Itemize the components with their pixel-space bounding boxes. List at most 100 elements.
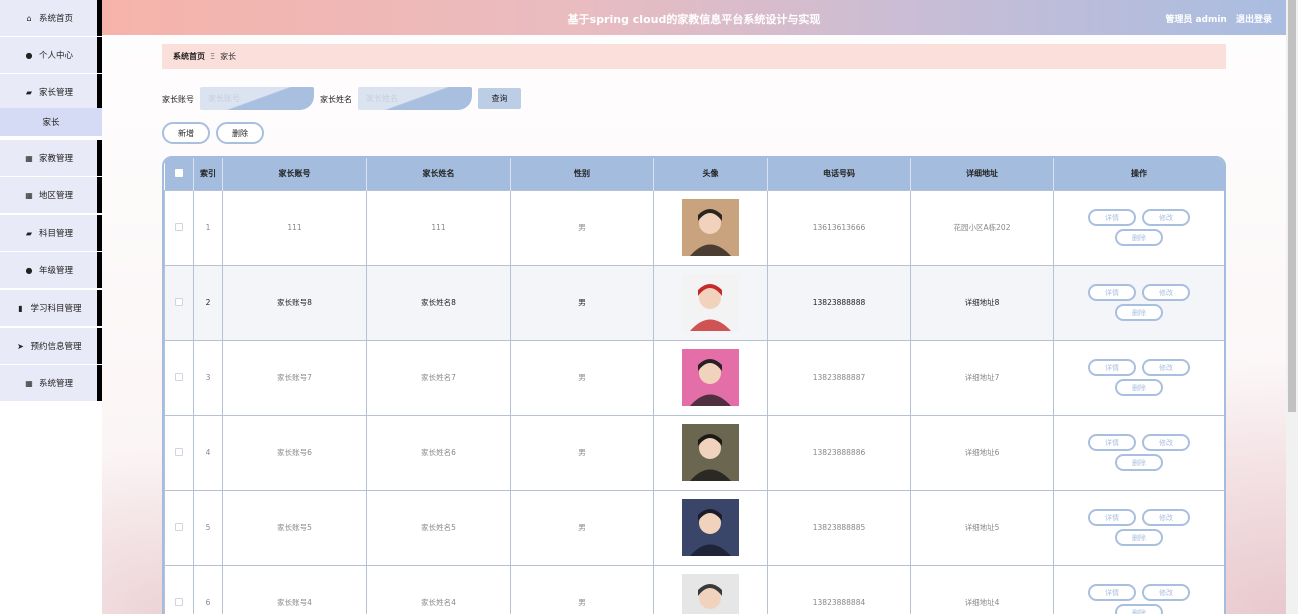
edit-button[interactable]: 修改 xyxy=(1142,434,1190,451)
query-button[interactable]: 查询 xyxy=(478,88,521,109)
user-icon: ● xyxy=(25,50,33,60)
send-icon: ➤ xyxy=(17,341,24,351)
row-checkbox[interactable] xyxy=(175,447,183,456)
sidebar-item-label: 家长管理 xyxy=(38,88,73,98)
delete-button[interactable]: 删除 xyxy=(1115,529,1163,546)
row-checkbox[interactable] xyxy=(175,372,183,381)
sidebar-item-label: 预约信息管理 xyxy=(30,342,82,352)
sidebar-item-system[interactable]: ▦ 系统管理 xyxy=(0,365,102,401)
row-checkbox[interactable] xyxy=(175,297,183,306)
vertical-scrollbar[interactable] xyxy=(1286,0,1298,614)
row-checkbox[interactable] xyxy=(175,597,183,606)
address-cell: 详细地址6 xyxy=(910,414,1054,491)
row-select-cell[interactable] xyxy=(164,339,194,416)
index-cell: 3 xyxy=(193,339,223,416)
sidebar-item-subjects[interactable]: ▰ 科目管理 xyxy=(0,215,102,251)
home-icon: ⌂ xyxy=(26,13,32,23)
gender-cell: 男 xyxy=(510,264,654,341)
app-title: 基于spring cloud的家教信息平台系统设计与实现 xyxy=(567,13,821,26)
detail-button[interactable]: 详情 xyxy=(1088,284,1136,301)
phone-cell: 13823888884 xyxy=(767,564,911,614)
detail-button[interactable]: 详情 xyxy=(1088,359,1136,376)
avatar-cell xyxy=(653,339,768,416)
select-all-cell[interactable] xyxy=(164,158,194,190)
sidebar-item-study-subjects[interactable]: ▮ 学习科目管理 xyxy=(0,290,102,326)
avatar xyxy=(682,574,739,614)
breadcrumb-separator: Ξ xyxy=(210,52,216,61)
sidebar-item-label: 系统首页 xyxy=(38,14,73,24)
name-cell: 家长姓名5 xyxy=(366,489,511,566)
detail-button[interactable]: 详情 xyxy=(1088,209,1136,226)
row-select-cell[interactable] xyxy=(164,564,194,614)
edit-button[interactable]: 修改 xyxy=(1142,209,1190,226)
sidebar-item-regions[interactable]: ▦ 地区管理 xyxy=(0,177,102,213)
name-search-input[interactable] xyxy=(358,87,472,110)
column-header: 头像 xyxy=(653,158,768,190)
edit-button[interactable]: 修改 xyxy=(1142,284,1190,301)
sidebar-item-label: 学习科目管理 xyxy=(30,304,82,314)
logout-link[interactable]: 退出登录 xyxy=(1236,15,1272,25)
edit-button[interactable]: 修改 xyxy=(1142,359,1190,376)
delete-button[interactable]: 删除 xyxy=(1115,604,1163,614)
sidebar: ⌂ 系统首页 ● 个人中心 ▰ 家长管理 家长 ▦ 家教管理 ▦ 地区管理 ▰ 科目管理 ●… xyxy=(0,0,102,614)
edit-button[interactable]: 修改 xyxy=(1142,584,1190,601)
column-header: 家长姓名 xyxy=(366,158,511,190)
operations-cell: 详情 修改删除 xyxy=(1053,414,1224,491)
delete-button[interactable]: 删除 xyxy=(1115,454,1163,471)
avatar xyxy=(682,274,739,331)
account-search-input[interactable] xyxy=(200,87,314,110)
detail-button[interactable]: 详情 xyxy=(1088,509,1136,526)
table-row: 1 111 111 男 13613613666 花园小区A栋202 详情 修改 删除 xyxy=(164,189,1224,266)
sidebar-item-parents[interactable]: ▰ 家长管理 xyxy=(0,74,102,110)
phone-cell: 13823888887 xyxy=(767,339,911,416)
sidebar-item-grades[interactable]: ● 年级管理 xyxy=(0,252,102,288)
operations-cell: 详情 修改删除 xyxy=(1053,489,1224,566)
sidebar-item-appointments[interactable]: ➤ 预约信息管理 xyxy=(0,328,102,364)
phone-cell: 13823888886 xyxy=(767,414,911,491)
bar-chart-icon: ▮ xyxy=(18,303,23,313)
avatar xyxy=(682,499,739,556)
submenu-item-label: 家长 xyxy=(42,118,60,128)
batch-delete-button[interactable]: 删除 xyxy=(216,122,264,144)
avatar xyxy=(682,349,739,406)
sidebar-item-label: 个人中心 xyxy=(38,51,73,61)
sidebar-item-tutors[interactable]: ▦ 家教管理 xyxy=(0,140,102,176)
sidebar-item-label: 年级管理 xyxy=(38,266,73,276)
delete-button[interactable]: 删除 xyxy=(1115,379,1163,396)
sidebar-item-profile[interactable]: ● 个人中心 xyxy=(0,37,102,73)
delete-button[interactable]: 删除 xyxy=(1115,304,1163,321)
detail-button[interactable]: 详情 xyxy=(1088,584,1136,601)
edit-button[interactable]: 修改 xyxy=(1142,509,1190,526)
account-cell: 家长账号4 xyxy=(222,564,367,614)
briefcase-icon: ▰ xyxy=(25,228,33,238)
account-label: 家长账号 xyxy=(162,95,194,104)
row-checkbox[interactable] xyxy=(175,222,183,231)
avatar xyxy=(682,199,739,256)
delete-button[interactable]: 删除 xyxy=(1115,229,1163,246)
name-cell: 家长姓名7 xyxy=(366,339,511,416)
column-header: 操作 xyxy=(1053,158,1224,190)
scrollbar-thumb[interactable] xyxy=(1288,0,1296,412)
select-all-checkbox[interactable] xyxy=(174,168,183,177)
sidebar-item-home[interactable]: ⌂ 系统首页 xyxy=(0,0,102,36)
account-cell: 家长账号8 xyxy=(222,264,367,341)
gender-cell: 男 xyxy=(510,564,654,614)
avatar-cell xyxy=(653,264,768,341)
row-select-cell[interactable] xyxy=(164,264,194,341)
column-header: 电话号码 xyxy=(767,158,911,190)
row-checkbox[interactable] xyxy=(175,522,183,531)
row-select-cell[interactable] xyxy=(164,189,194,266)
address-cell: 详细地址4 xyxy=(910,564,1054,614)
add-button[interactable]: 新增 xyxy=(162,122,210,144)
submenu-item-parent[interactable]: 家长 xyxy=(0,108,102,136)
breadcrumb-home[interactable]: 系统首页 xyxy=(173,51,205,62)
name-cell: 家长姓名8 xyxy=(366,264,511,341)
sidebar-item-label: 系统管理 xyxy=(38,379,73,389)
breadcrumb-current: 家长 xyxy=(220,52,237,61)
detail-button[interactable]: 详情 xyxy=(1088,434,1136,451)
user-icon: ● xyxy=(25,265,33,275)
gender-cell: 男 xyxy=(510,489,654,566)
address-cell: 详细地址7 xyxy=(910,339,1054,416)
row-select-cell[interactable] xyxy=(164,414,194,491)
row-select-cell[interactable] xyxy=(164,489,194,566)
